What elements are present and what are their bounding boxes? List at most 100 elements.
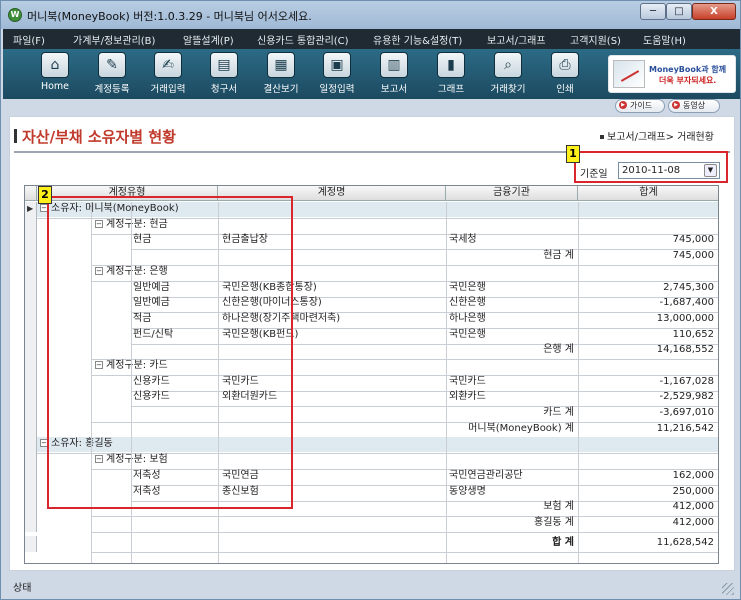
report-icon: ▥ (380, 52, 408, 78)
row-selector[interactable] (25, 218, 37, 234)
owner-total-amount: 11,216,542 (656, 423, 714, 434)
col-line-total (578, 202, 579, 563)
col-line-bank (446, 202, 447, 563)
cell-bank: 신한은행 (449, 297, 486, 308)
toolbar-transaction-input-button[interactable]: ✍ 거래입력 (141, 52, 195, 98)
row-selector[interactable] (25, 281, 37, 297)
guide-button[interactable]: 가이드 (615, 99, 665, 113)
toolbar-calendar-button[interactable]: ▣ 일정입력 (310, 52, 364, 98)
menu-file[interactable]: 파일(F) (13, 32, 45, 47)
annotation-marker-2: 2 (38, 186, 52, 204)
cell-amount: 162,000 (672, 470, 714, 481)
video-button[interactable]: 동영상 (668, 99, 720, 113)
header-selector (25, 186, 37, 201)
menu-planning[interactable]: 알뜰설계(P) (183, 32, 234, 47)
subtotal-label: 은행 계 (543, 344, 574, 355)
row-selector[interactable] (25, 485, 37, 501)
menu-support[interactable]: 고객지원(S) (570, 32, 621, 47)
toolbar-report-button[interactable]: ▥ 보고서 (367, 52, 421, 98)
menu-ledger[interactable]: 가계부/정보관리(B) (73, 32, 155, 47)
toolbar-label: 거래찾기 (490, 84, 526, 95)
row-selector[interactable] (25, 296, 37, 312)
menu-tools[interactable]: 유용한 기능&설정(T) (373, 32, 462, 47)
toolbar-graph-button[interactable]: ▮ 그래프 (424, 52, 478, 98)
header-bank[interactable]: 금융기관 (446, 186, 578, 201)
page-title: 자산/부채 소유자별 현황 (22, 128, 176, 146)
help-links-bar: 가이드 동영상 (3, 99, 740, 115)
owner-total-row[interactable]: 홍길동 계 412,000 (37, 516, 718, 531)
maximize-button[interactable]: □ (666, 3, 692, 20)
toolbar-print-button[interactable]: ⎙ 인쇄 (538, 52, 592, 98)
title-accent (14, 129, 17, 143)
row-selector[interactable] (25, 375, 37, 391)
toolbar-label: 일정입력 (319, 84, 355, 95)
row-selector[interactable] (25, 500, 37, 516)
row-selector[interactable] (25, 265, 37, 281)
toolbar-home-button[interactable]: ⌂ Home (28, 52, 82, 98)
row-selector[interactable] (25, 437, 37, 453)
toolbar-settlement-button[interactable]: ▦ 결산보기 (254, 52, 308, 98)
settlement-icon: ▦ (267, 52, 295, 78)
row-selector[interactable] (25, 233, 37, 249)
close-button[interactable]: X (692, 3, 736, 20)
row-selector[interactable] (25, 536, 37, 552)
toolbar-label: 거래입력 (150, 84, 186, 95)
grand-total-amount: 11,628,542 (656, 537, 714, 548)
row-selector[interactable] (25, 516, 37, 532)
title-bar: W 머니북(MoneyBook) 버전:1.0.3.29 - 머니북님 어서오세… (1, 1, 740, 29)
breadcrumb-text: 보고서/그래프> 거래현황 (607, 132, 714, 143)
row-selector[interactable] (25, 249, 37, 265)
row-selector[interactable] (25, 422, 37, 438)
subtotal-amount: 14,168,552 (656, 344, 714, 355)
menu-help[interactable]: 도움말(H) (643, 32, 686, 47)
row-divider (91, 532, 718, 533)
row-selector[interactable] (25, 312, 37, 328)
menu-bar: 파일(F) 가계부/정보관리(B) 알뜰설계(P) 신용카드 통합관리(C) 유… (3, 29, 740, 49)
search-icon: ⌕ (494, 52, 522, 78)
row-selector[interactable] (25, 406, 37, 422)
app-window: W 머니북(MoneyBook) 버전:1.0.3.29 - 머니북님 어서오세… (0, 0, 741, 600)
grand-total-row[interactable]: 합 계 11,628,542 (37, 536, 718, 551)
promo-banner[interactable]: MoneyBook과 함께 더욱 부자되세요. (608, 55, 736, 93)
annotation-marker-1: 1 (566, 145, 580, 163)
row-selector[interactable] (25, 343, 37, 359)
row-selector[interactable] (25, 390, 37, 406)
header-total[interactable]: 합계 (578, 186, 718, 201)
window-title: 머니북(MoneyBook) 버전:1.0.3.29 - 머니북님 어서오세요. (27, 10, 312, 23)
cell-bank: 국세청 (449, 234, 477, 245)
toolbar: ⌂ Home ✎ 계정등록 ✍ 거래입력 ▤ 청구서 ▦ 결산보기 ▣ 일정입력… (3, 49, 740, 99)
calendar-icon: ▣ (323, 52, 351, 78)
status-bar: 상태 (3, 573, 740, 599)
status-text: 상태 (13, 583, 32, 594)
row-selector[interactable]: ▶ (25, 202, 37, 218)
row-selector[interactable] (25, 359, 37, 375)
toolbar-label: 결산보기 (263, 84, 299, 95)
toolbar-label: 계정등록 (94, 84, 130, 95)
transaction-input-icon: ✍ (154, 52, 182, 78)
minimize-button[interactable]: ─ (640, 3, 666, 20)
menu-reports[interactable]: 보고서/그래프 (487, 32, 546, 47)
bill-icon: ▤ (210, 52, 238, 78)
cell-amount: 250,000 (672, 486, 714, 497)
row-selector[interactable] (25, 469, 37, 485)
subtotal-amount: 745,000 (672, 250, 714, 261)
menu-credit-card[interactable]: 신용카드 통합관리(C) (257, 32, 349, 47)
resize-grip-icon[interactable] (722, 583, 734, 595)
cell-amount: -2,529,982 (659, 391, 714, 402)
row-divider (91, 552, 718, 553)
subtotal-amount: 412,000 (672, 501, 714, 512)
cell-bank: 국민카드 (449, 376, 486, 387)
cell-amount: -1,167,028 (659, 376, 714, 387)
cell-amount: -1,687,400 (659, 297, 714, 308)
cell-amount: 2,745,300 (663, 282, 714, 293)
cell-bank: 하나은행 (449, 313, 486, 324)
row-selector[interactable] (25, 453, 37, 469)
row-selector[interactable] (25, 328, 37, 344)
subtotal-amount: -3,697,010 (659, 407, 714, 418)
toolbar-search-button[interactable]: ⌕ 거래찾기 (481, 52, 535, 98)
toolbar-bill-button[interactable]: ▤ 청구서 (197, 52, 251, 98)
account-register-icon: ✎ (98, 52, 126, 78)
toolbar-account-register-button[interactable]: ✎ 계정등록 (85, 52, 139, 98)
cell-amount: 13,000,000 (656, 313, 714, 324)
cell-bank: 외환카드 (449, 391, 486, 402)
